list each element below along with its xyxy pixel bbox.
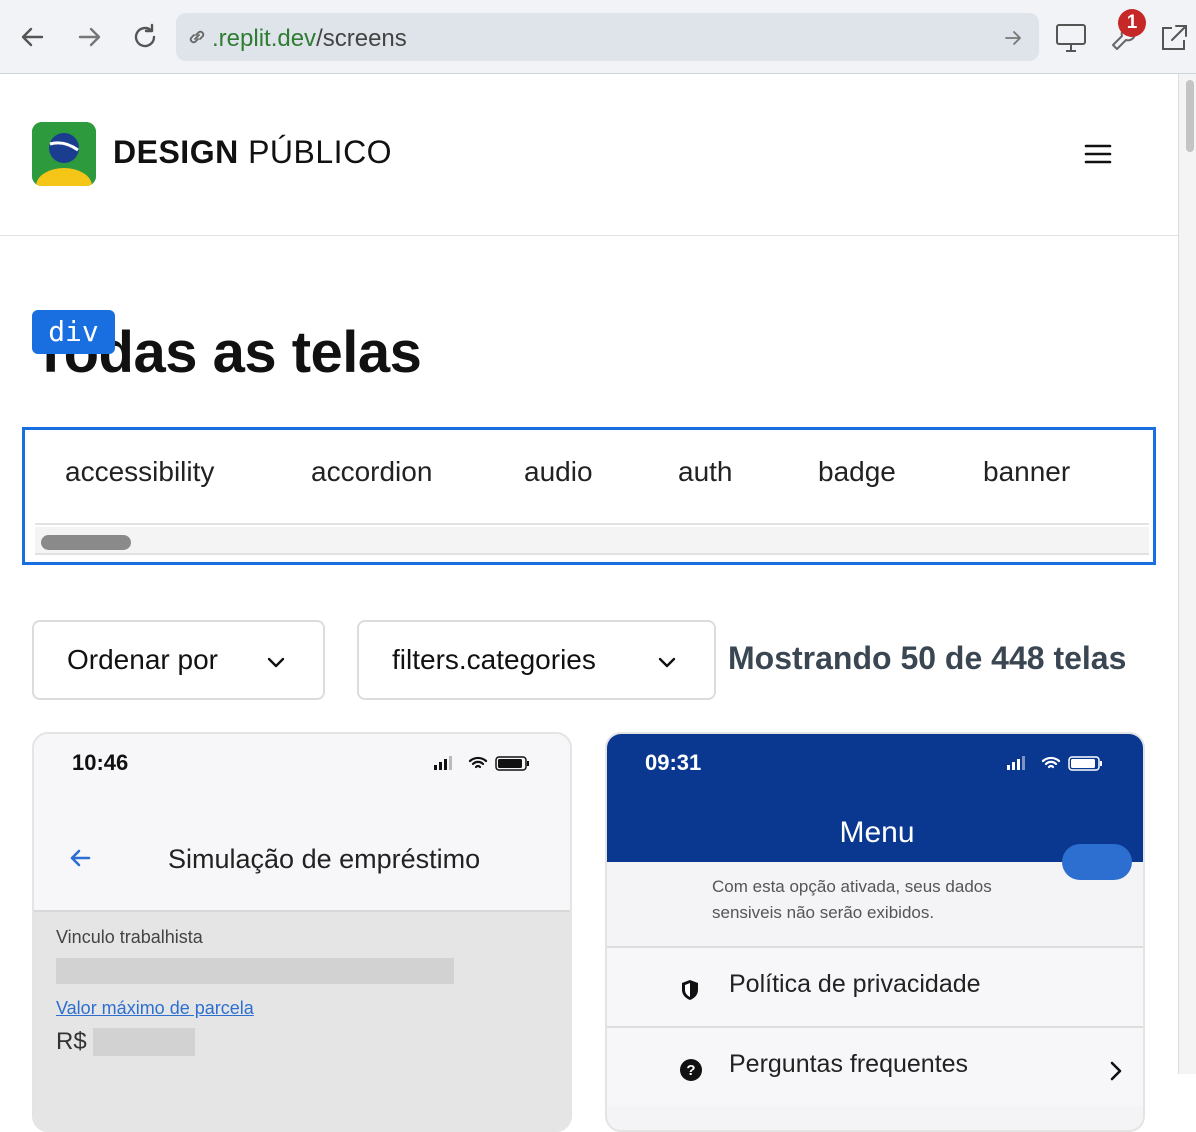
menu-item-label: Perguntas frequentes [729, 1050, 969, 1078]
url-text: .replit.dev/screens [212, 25, 407, 52]
notification-badge: 1 [1118, 9, 1146, 37]
shield-icon [682, 980, 698, 1000]
open-external-icon[interactable] [1158, 22, 1190, 54]
site-header: DESIGN PÚBLICO [0, 74, 1178, 236]
results-count: Mostrando 50 de 448 telas [728, 640, 1127, 676]
category-tags-scroller: accessibility accordion audio auth badge… [22, 427, 1156, 565]
tag-auth[interactable]: auth [678, 456, 733, 488]
redacted-amount [93, 1028, 195, 1056]
tag-accessibility[interactable]: accessibility [65, 456, 214, 488]
inspector-element-tag: div [32, 310, 115, 354]
tag-audio[interactable]: audio [524, 456, 593, 488]
status-icons [434, 756, 529, 771]
card-phone-header: 09:31 Menu [607, 734, 1143, 862]
chevron-right-icon [1110, 1061, 1122, 1081]
chevron-down-icon [658, 657, 676, 668]
back-arrow-icon[interactable] [68, 846, 92, 870]
sensitive-data-toggle[interactable] [1062, 844, 1132, 880]
page-scrollbar-thumb[interactable] [1186, 80, 1194, 152]
card-screen-title: Menu [839, 816, 915, 849]
tag-banner[interactable]: banner [983, 456, 1070, 488]
reload-icon[interactable] [128, 20, 162, 54]
go-arrow-icon[interactable] [1002, 27, 1024, 49]
chevron-down-icon [267, 657, 285, 668]
toggle-description-line: Com esta opção ativada, seus dados [712, 877, 992, 896]
toggle-description: Com esta opção ativada, seus dados sensi… [712, 874, 992, 926]
back-icon[interactable] [16, 20, 50, 54]
svg-text:?: ? [686, 1062, 695, 1079]
sort-label: Ordenar por [67, 644, 218, 675]
browser-toolbar: .replit.dev/screens 1 [0, 0, 1196, 74]
monitor-icon[interactable] [1054, 22, 1088, 54]
category-filter-select[interactable]: filters.categories [357, 620, 716, 700]
max-installment-link[interactable]: Valor máximo de parcela [56, 998, 254, 1019]
menu-item-label: Política de privacidade [729, 970, 981, 998]
menu-icon[interactable] [1084, 140, 1112, 168]
card-screen-title: Simulação de empréstimo [168, 844, 481, 874]
scrollbar-thumb[interactable] [41, 535, 131, 550]
status-icons [1007, 756, 1102, 771]
currency-label: R$ [56, 1028, 87, 1055]
forward-icon[interactable] [72, 20, 106, 54]
category-filter-label: filters.categories [392, 644, 596, 675]
toggle-description-line: sensiveis não serão exibidos. [712, 903, 935, 922]
address-bar[interactable]: .replit.dev/screens [176, 13, 1039, 61]
status-time: 09:31 [645, 750, 702, 775]
link-icon [189, 30, 205, 44]
brazil-flag-icon [32, 122, 96, 186]
screen-card-loan-simulation[interactable]: 10:46 Simulação de empréstimo Vinculo tr… [32, 732, 572, 1132]
card-form-body: Vinculo trabalhista Valor máximo de parc… [34, 912, 570, 1130]
redacted-value [56, 958, 454, 984]
status-time: 10:46 [72, 750, 129, 775]
tag-badge[interactable]: badge [818, 456, 896, 488]
screen-card-menu[interactable]: 09:31 Menu Com esta opção ativada, seus … [605, 732, 1145, 1132]
horizontal-scrollbar[interactable] [35, 527, 1149, 555]
brand-logo[interactable] [32, 122, 96, 186]
page-scrollbar[interactable] [1178, 74, 1196, 1074]
brand-name[interactable]: DESIGN PÚBLICO [113, 134, 392, 171]
question-circle-icon: ? [680, 1059, 702, 1081]
tag-accordion[interactable]: accordion [311, 456, 432, 488]
menu-item-faq[interactable]: ? Perguntas frequentes [607, 1026, 1143, 1106]
card-phone-header: 10:46 Simulação de empréstimo [34, 734, 570, 912]
sort-select[interactable]: Ordenar por [32, 620, 325, 700]
category-tags: accessibility accordion audio auth badge… [35, 430, 1149, 525]
menu-item-privacy-policy[interactable]: Política de privacidade [607, 946, 1143, 1026]
field-label: Vinculo trabalhista [56, 927, 203, 947]
